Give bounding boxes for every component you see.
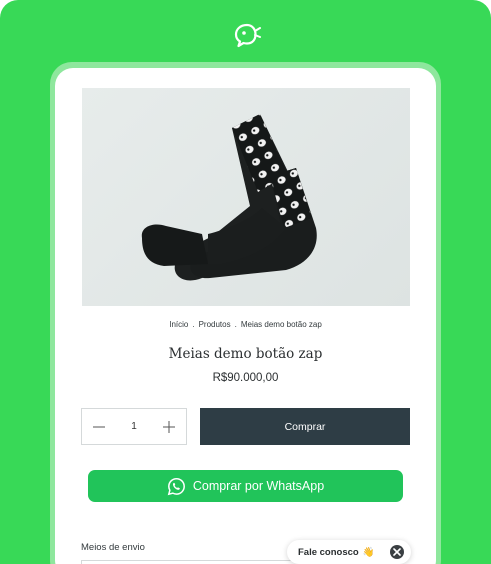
close-x-glyph (393, 548, 401, 556)
chat-label: Fale conosco (298, 546, 359, 558)
quantity-stepper: 1 (81, 408, 187, 445)
quantity-decrease-button[interactable] (84, 409, 114, 444)
breadcrumb-current: Meias demo botão zap (240, 320, 322, 329)
quantity-input[interactable]: 1 (112, 409, 156, 444)
product-page: Início. Produtos. Meias demo botão zap Mei… (55, 68, 436, 564)
wave-emoji-icon: 👋 (362, 546, 375, 558)
buy-button[interactable]: Comprar (200, 408, 410, 445)
whatsapp-button-label: Comprar por WhatsApp (192, 479, 325, 493)
shipping-label: Meios de envio (81, 542, 145, 553)
breadcrumb-separator: . (192, 320, 195, 329)
sock-illustration (141, 114, 317, 281)
quantity-increase-button[interactable] (154, 409, 184, 444)
breadcrumb: Início. Produtos. Meias demo botão zap (55, 320, 436, 329)
plus-icon (163, 420, 175, 433)
close-icon[interactable] (390, 545, 404, 559)
product-price: R$90.000,00 (212, 372, 279, 384)
breadcrumb-products[interactable]: Produtos (199, 320, 231, 329)
product-image[interactable] (82, 88, 410, 306)
breadcrumb-home[interactable]: Início (169, 320, 188, 329)
chat-widget[interactable]: Fale conosco 👋 (287, 540, 411, 564)
breadcrumb-separator: . (234, 320, 237, 329)
whatsapp-icon (167, 477, 185, 495)
fish-chat-logo-icon (234, 23, 261, 48)
minus-icon (93, 426, 105, 427)
product-title: Meias demo botão zap (168, 346, 323, 362)
app-frame: Início. Produtos. Meias demo botão zap Mei… (0, 0, 491, 564)
whatsapp-buy-button[interactable]: Comprar por WhatsApp (88, 470, 403, 502)
